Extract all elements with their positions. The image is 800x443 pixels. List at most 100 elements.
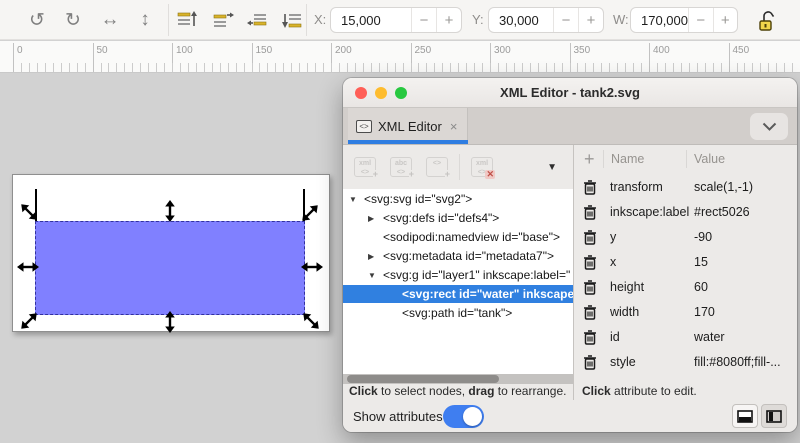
scrollbar-thumb[interactable] xyxy=(347,375,499,383)
expander-closed-icon[interactable]: ▶ xyxy=(368,252,383,261)
tree-node[interactable]: <svg:path id="tank"> xyxy=(343,304,573,322)
attribute-name[interactable]: style xyxy=(610,355,636,369)
duplicate-node-button[interactable]: <>+ xyxy=(423,153,451,181)
x-increment-button[interactable]: + xyxy=(436,8,461,32)
delete-attribute-button[interactable] xyxy=(583,180,597,195)
attribute-row[interactable]: height 60 xyxy=(574,275,797,300)
x-value[interactable]: 15,000 xyxy=(331,13,411,28)
attribute-value[interactable]: 170 xyxy=(694,305,715,319)
attribute-value[interactable]: scale(1,-1) xyxy=(694,180,753,194)
node-menu-dropdown-icon[interactable]: ▼ xyxy=(547,162,557,173)
attribute-row[interactable]: y -90 xyxy=(574,225,797,250)
attribute-name[interactable]: id xyxy=(610,330,620,344)
chevron-down-icon xyxy=(762,122,777,131)
horizontal-ruler[interactable]: 050100150200250300350400450 xyxy=(0,41,800,73)
tree-node[interactable]: ▶<svg:defs id="defs4"> xyxy=(343,209,573,227)
tree-node[interactable]: ▼<svg:g id="layer1" inkscape:label=" xyxy=(343,266,573,284)
toggle-knob[interactable] xyxy=(463,407,482,426)
w-input[interactable]: 170,000 − + xyxy=(630,7,738,33)
rotate-cw-icon[interactable]: ↻ xyxy=(58,0,88,40)
tab-close-icon[interactable]: × xyxy=(450,119,458,134)
lock-ratio-icon[interactable] xyxy=(756,8,780,34)
delete-node-button[interactable]: xml<>✕ xyxy=(468,153,496,181)
scale-handle-bottom[interactable] xyxy=(164,311,176,333)
delete-attribute-button[interactable] xyxy=(583,280,597,295)
attribute-row[interactable]: x 15 xyxy=(574,250,797,275)
y-decrement-button[interactable]: − xyxy=(553,8,578,32)
attribute-value[interactable]: -90 xyxy=(694,230,712,244)
expander-closed-icon[interactable]: ▶ xyxy=(368,214,383,223)
attribute-name[interactable]: y xyxy=(610,230,616,244)
ruler-tick-minor xyxy=(784,63,785,72)
window-close-button[interactable] xyxy=(355,87,367,99)
w-value[interactable]: 170,000 xyxy=(631,13,688,28)
attribute-row[interactable]: id water xyxy=(574,325,797,350)
y-increment-button[interactable]: + xyxy=(578,8,603,32)
add-attribute-button[interactable]: + xyxy=(584,149,595,170)
show-attributes-label: Show attributes xyxy=(353,409,443,424)
water-rect[interactable] xyxy=(35,221,305,315)
attribute-row[interactable]: inkscape:label #rect5026 xyxy=(574,200,797,225)
delete-attribute-button[interactable] xyxy=(583,230,597,245)
attribute-name[interactable]: x xyxy=(610,255,616,269)
scale-handle-left[interactable] xyxy=(17,261,39,273)
delete-attribute-button[interactable] xyxy=(583,305,597,320)
delete-attribute-button[interactable] xyxy=(583,205,597,220)
attribute-value[interactable]: 15 xyxy=(694,255,708,269)
lower-button[interactable] xyxy=(246,9,270,31)
attribute-value[interactable]: 60 xyxy=(694,280,708,294)
tree-node[interactable]: <sodipodi:namedview id="base"> xyxy=(343,228,573,246)
delete-attribute-button[interactable] xyxy=(583,330,597,345)
tab-xml-editor[interactable]: <> XML Editor × xyxy=(348,108,468,144)
show-attributes-toggle[interactable] xyxy=(443,405,484,428)
attribute-name[interactable]: transform xyxy=(610,180,663,194)
rotate-ccw-icon[interactable]: ↺ xyxy=(22,0,52,40)
tree-node[interactable]: ▶<svg:metadata id="metadata7"> xyxy=(343,247,573,265)
y-value[interactable]: 30,000 xyxy=(489,13,553,28)
w-increment-button[interactable]: + xyxy=(713,8,738,32)
expander-open-icon[interactable]: ▼ xyxy=(368,271,383,280)
ruler-tick-minor xyxy=(355,63,356,72)
xml-tree[interactable]: ▼<svg:svg id="svg2">▶<svg:defs id="defs4… xyxy=(343,189,573,374)
raise-button[interactable] xyxy=(211,9,235,31)
y-input[interactable]: 30,000 − + xyxy=(488,7,604,33)
lower-to-bottom-button[interactable] xyxy=(281,9,305,31)
new-text-node-button[interactable]: abc<>+ xyxy=(387,153,415,181)
attribute-name[interactable]: height xyxy=(610,280,644,294)
flip-horizontal-icon[interactable]: ↔ xyxy=(95,0,125,40)
scale-handle-right[interactable] xyxy=(301,261,323,273)
attribute-name[interactable]: inkscape:label xyxy=(610,205,689,219)
flip-vertical-icon[interactable]: ↕ xyxy=(130,0,160,40)
layout-horizontal-split-button[interactable] xyxy=(732,404,758,428)
ruler-tick-minor xyxy=(506,63,507,72)
delete-attribute-button[interactable] xyxy=(583,255,597,270)
ruler-tick-minor xyxy=(442,63,443,72)
attribute-value[interactable]: fill:#8080ff;fill-... xyxy=(694,355,781,369)
scale-handle-top[interactable] xyxy=(164,200,176,222)
expander-open-icon[interactable]: ▼ xyxy=(349,195,364,204)
window-titlebar[interactable]: XML Editor - tank2.svg xyxy=(343,78,797,108)
window-zoom-button[interactable] xyxy=(395,87,407,99)
attribute-value[interactable]: water xyxy=(694,330,725,344)
tree-node[interactable]: <svg:rect id="water" inkscape:la xyxy=(343,285,573,303)
layout-vertical-split-button[interactable] xyxy=(761,404,787,428)
x-input[interactable]: 15,000 − + xyxy=(330,7,462,33)
w-decrement-button[interactable]: − xyxy=(688,8,713,32)
ruler-tick-minor xyxy=(339,63,340,72)
window-minimize-button[interactable] xyxy=(375,87,387,99)
attribute-row[interactable]: style fill:#8080ff;fill-... xyxy=(574,350,797,375)
attribute-row[interactable]: transform scale(1,-1) xyxy=(574,175,797,200)
header-separator xyxy=(603,150,604,168)
delete-attribute-button[interactable] xyxy=(583,355,597,370)
tree-horizontal-scrollbar[interactable] xyxy=(343,374,573,384)
xml-editor-window: XML Editor - tank2.svg <> XML Editor × x… xyxy=(343,78,797,432)
attribute-row[interactable]: width 170 xyxy=(574,300,797,325)
tree-node[interactable]: ▼<svg:svg id="svg2"> xyxy=(343,190,573,208)
attribute-value[interactable]: #rect5026 xyxy=(694,205,750,219)
raise-to-top-button[interactable] xyxy=(175,9,199,31)
panel-menu-chevron-button[interactable] xyxy=(750,113,788,140)
x-decrement-button[interactable]: − xyxy=(411,8,436,32)
attributes-header: + Name Value xyxy=(574,145,797,175)
new-element-node-button[interactable]: xml<>+ xyxy=(351,153,379,181)
attribute-name[interactable]: width xyxy=(610,305,639,319)
